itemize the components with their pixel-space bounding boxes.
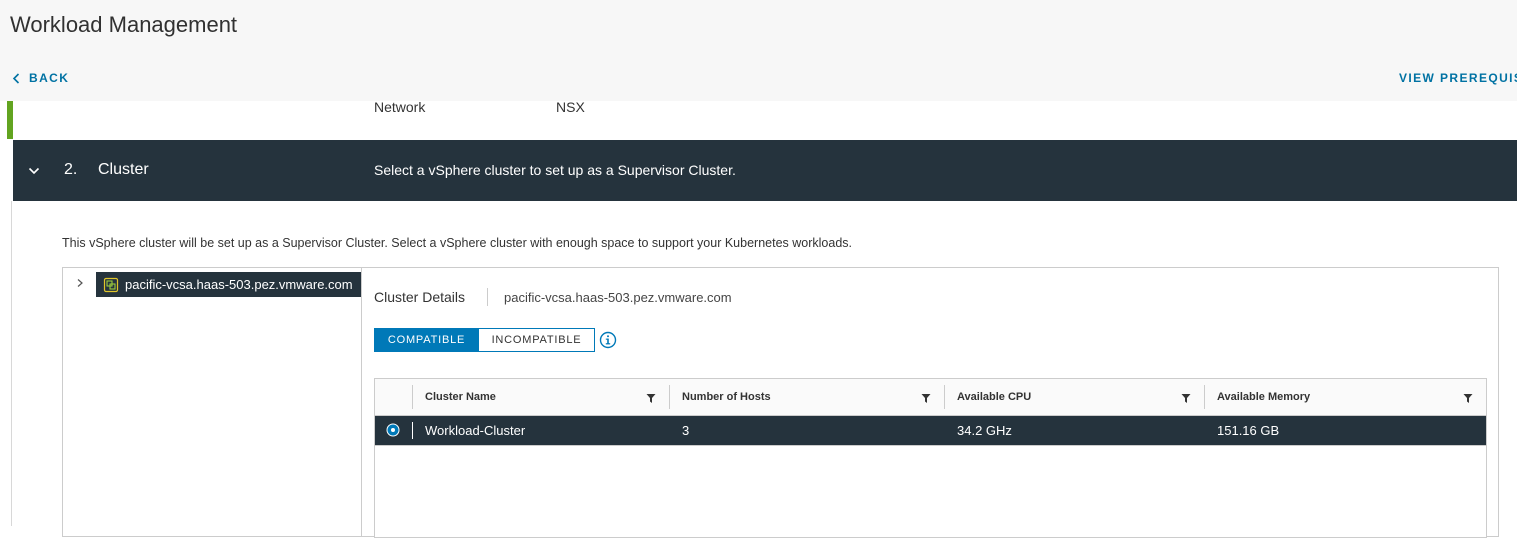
radio-selected-icon[interactable]	[386, 423, 400, 437]
cell-cluster-name: Workload-Cluster	[425, 423, 526, 438]
page-title: Workload Management	[10, 12, 238, 37]
network-summary-row: Network NSX	[0, 99, 1517, 140]
top-bar: Workload Management BACK VIEW PREREQUIS	[0, 0, 1517, 101]
datagrid-header: Cluster Name Number of Hosts Available C…	[375, 379, 1486, 416]
column-separator	[412, 385, 413, 409]
view-prerequisites-button[interactable]: VIEW PREREQUIS	[1399, 68, 1517, 88]
caret-right-icon[interactable]	[76, 278, 84, 288]
column-separator[interactable]	[669, 385, 670, 409]
step-number: 2.	[64, 161, 78, 178]
column-header-number-of-hosts[interactable]: Number of Hosts	[682, 391, 771, 403]
cluster-details-value: pacific-vcsa.haas-503.pez.vmware.com	[504, 290, 732, 305]
back-label: BACK	[29, 71, 70, 85]
network-value: NSX	[556, 99, 585, 115]
filter-icon[interactable]	[1181, 393, 1191, 404]
column-separator[interactable]	[944, 385, 945, 409]
row-divider	[375, 445, 1486, 446]
step-name: Cluster	[98, 161, 149, 178]
tree-node-vcenter[interactable]: pacific-vcsa.haas-503.pez.vmware.com	[96, 272, 361, 297]
info-icon[interactable]	[599, 331, 617, 349]
cluster-icon	[103, 277, 119, 292]
tab-incompatible[interactable]: INCOMPATIBLE	[478, 328, 595, 352]
column-header-available-cpu[interactable]: Available CPU	[957, 391, 1031, 403]
view-prerequisites-label: VIEW PREREQUIS	[1399, 71, 1517, 85]
step-complete-indicator	[7, 101, 13, 139]
cell-number-of-hosts: 3	[682, 423, 690, 438]
column-header-available-memory[interactable]: Available Memory	[1217, 391, 1310, 403]
table-row[interactable]: Workload-Cluster 3 34.2 GHz 151.16 GB	[375, 416, 1486, 445]
details-divider	[487, 288, 488, 306]
cell-available-cpu: 34.2 GHz	[957, 423, 1012, 438]
network-label: Network	[374, 99, 426, 115]
column-separator[interactable]	[1204, 385, 1205, 409]
cluster-details-title: Cluster Details	[374, 289, 466, 305]
tab-compatible[interactable]: COMPATIBLE	[374, 328, 479, 352]
step-description: Select a vSphere cluster to set up as a …	[374, 162, 736, 178]
tree-node-label: pacific-vcsa.haas-503.pez.vmware.com	[125, 277, 353, 292]
filter-icon[interactable]	[646, 393, 656, 404]
row-separator	[412, 422, 413, 439]
column-header-cluster-name[interactable]: Cluster Name	[425, 391, 496, 403]
intro-text: This vSphere cluster will be set up as a…	[62, 236, 852, 250]
chevron-left-icon	[12, 72, 20, 84]
filter-icon[interactable]	[1463, 393, 1473, 404]
filter-icon[interactable]	[921, 393, 931, 404]
cell-available-memory: 151.16 GB	[1217, 423, 1280, 438]
cluster-datagrid: Cluster Name Number of Hosts Available C…	[374, 378, 1487, 538]
back-button[interactable]: BACK	[12, 68, 69, 88]
content-left-border	[11, 201, 12, 526]
chevron-down-icon	[28, 167, 40, 175]
inventory-tree: pacific-vcsa.haas-503.pez.vmware.com	[62, 267, 362, 537]
step-cluster-header[interactable]: 2. Cluster Select a vSphere cluster to s…	[13, 140, 1517, 201]
